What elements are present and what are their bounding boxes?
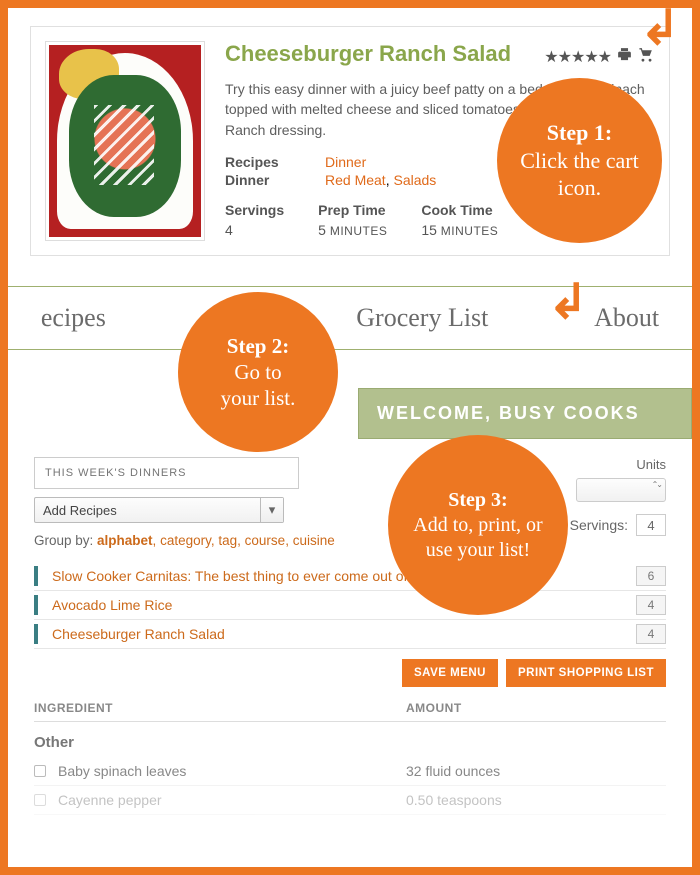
- prep-value: 5: [318, 222, 326, 238]
- table-row: Baby spinach leaves 32 fluid ounces: [34, 757, 666, 786]
- save-menu-button[interactable]: SAVE MENU: [402, 659, 498, 687]
- nav-grocery-list[interactable]: Grocery List: [356, 303, 488, 333]
- servings-label: Servings: [225, 202, 284, 218]
- list-item[interactable]: Avocado Lime Rice4: [34, 591, 666, 620]
- cook-label: Cook Time: [421, 202, 498, 218]
- meta-recipes-link[interactable]: Dinner: [325, 154, 366, 170]
- meta-redmeat-link[interactable]: Red Meat: [325, 172, 386, 188]
- nav-recipes[interactable]: ecipes: [41, 303, 106, 333]
- list-item[interactable]: Slow Cooker Carnitas: The best thing to …: [34, 562, 666, 591]
- main-nav: ecipes Giv Grocery List About: [0, 286, 700, 350]
- servings-value: 4: [225, 222, 284, 238]
- table-row: Cayenne pepper 0.50 teaspoons: [34, 786, 666, 815]
- groupby-alphabet[interactable]: alphabet: [97, 533, 153, 548]
- group-by-row: Group by: alphabet, category, tag, cours…: [34, 533, 335, 548]
- arrow-icon: ↳: [548, 274, 588, 330]
- print-icon[interactable]: [616, 46, 633, 68]
- servings-label-grocery: Servings:: [570, 517, 628, 533]
- prep-label: Prep Time: [318, 202, 387, 218]
- recipe-list: Slow Cooker Carnitas: The best thing to …: [34, 562, 666, 649]
- ingredient-checkbox[interactable]: [34, 765, 46, 777]
- step-1-callout: Step 1: Click the cart icon.: [497, 78, 662, 243]
- groupby-cuisine[interactable]: cuisine: [293, 533, 335, 548]
- nav-about[interactable]: About: [594, 303, 659, 333]
- meta-recipes-label: Recipes: [225, 154, 325, 170]
- step-2-callout: Step 2: Go to your list.: [178, 292, 338, 452]
- groupby-course[interactable]: course: [245, 533, 286, 548]
- groupby-tag[interactable]: tag: [218, 533, 237, 548]
- col-amount: AMOUNT: [406, 701, 666, 715]
- ingredient-checkbox[interactable]: [34, 794, 46, 806]
- nav-panel: ecipes Giv Grocery List About WELCOME, B…: [8, 268, 692, 439]
- recipe-title: Cheeseburger Ranch Salad: [225, 41, 511, 67]
- recipe-image: [45, 41, 205, 241]
- ingredient-group: Other: [34, 734, 666, 751]
- week-input[interactable]: [34, 457, 299, 489]
- welcome-banner: WELCOME, BUSY COOKS: [358, 388, 692, 439]
- print-list-button[interactable]: PRINT SHOPPING LIST: [506, 659, 666, 687]
- servings-input[interactable]: 4: [636, 514, 666, 536]
- units-select[interactable]: [576, 478, 666, 502]
- rating-stars[interactable]: ★★★★★: [544, 47, 611, 67]
- grocery-panel: Add Recipes Group by: alphabet, category…: [8, 439, 692, 823]
- col-ingredient: INGREDIENT: [34, 701, 406, 715]
- recipe-card-panel: Cheeseburger Ranch Salad ★★★★★ Try this …: [8, 8, 692, 268]
- cook-value: 15: [421, 222, 437, 238]
- units-label: Units: [636, 457, 666, 472]
- add-recipes-select[interactable]: Add Recipes: [34, 497, 284, 523]
- meta-salads-link[interactable]: Salads: [393, 172, 436, 188]
- list-item[interactable]: Cheeseburger Ranch Salad4: [34, 620, 666, 649]
- groupby-category[interactable]: category: [160, 533, 211, 548]
- step-3-callout: Step 3: Add to, print, or use your list!: [388, 435, 568, 615]
- meta-dinner-label: Dinner: [225, 172, 325, 188]
- arrow-icon: ↳: [640, 0, 680, 56]
